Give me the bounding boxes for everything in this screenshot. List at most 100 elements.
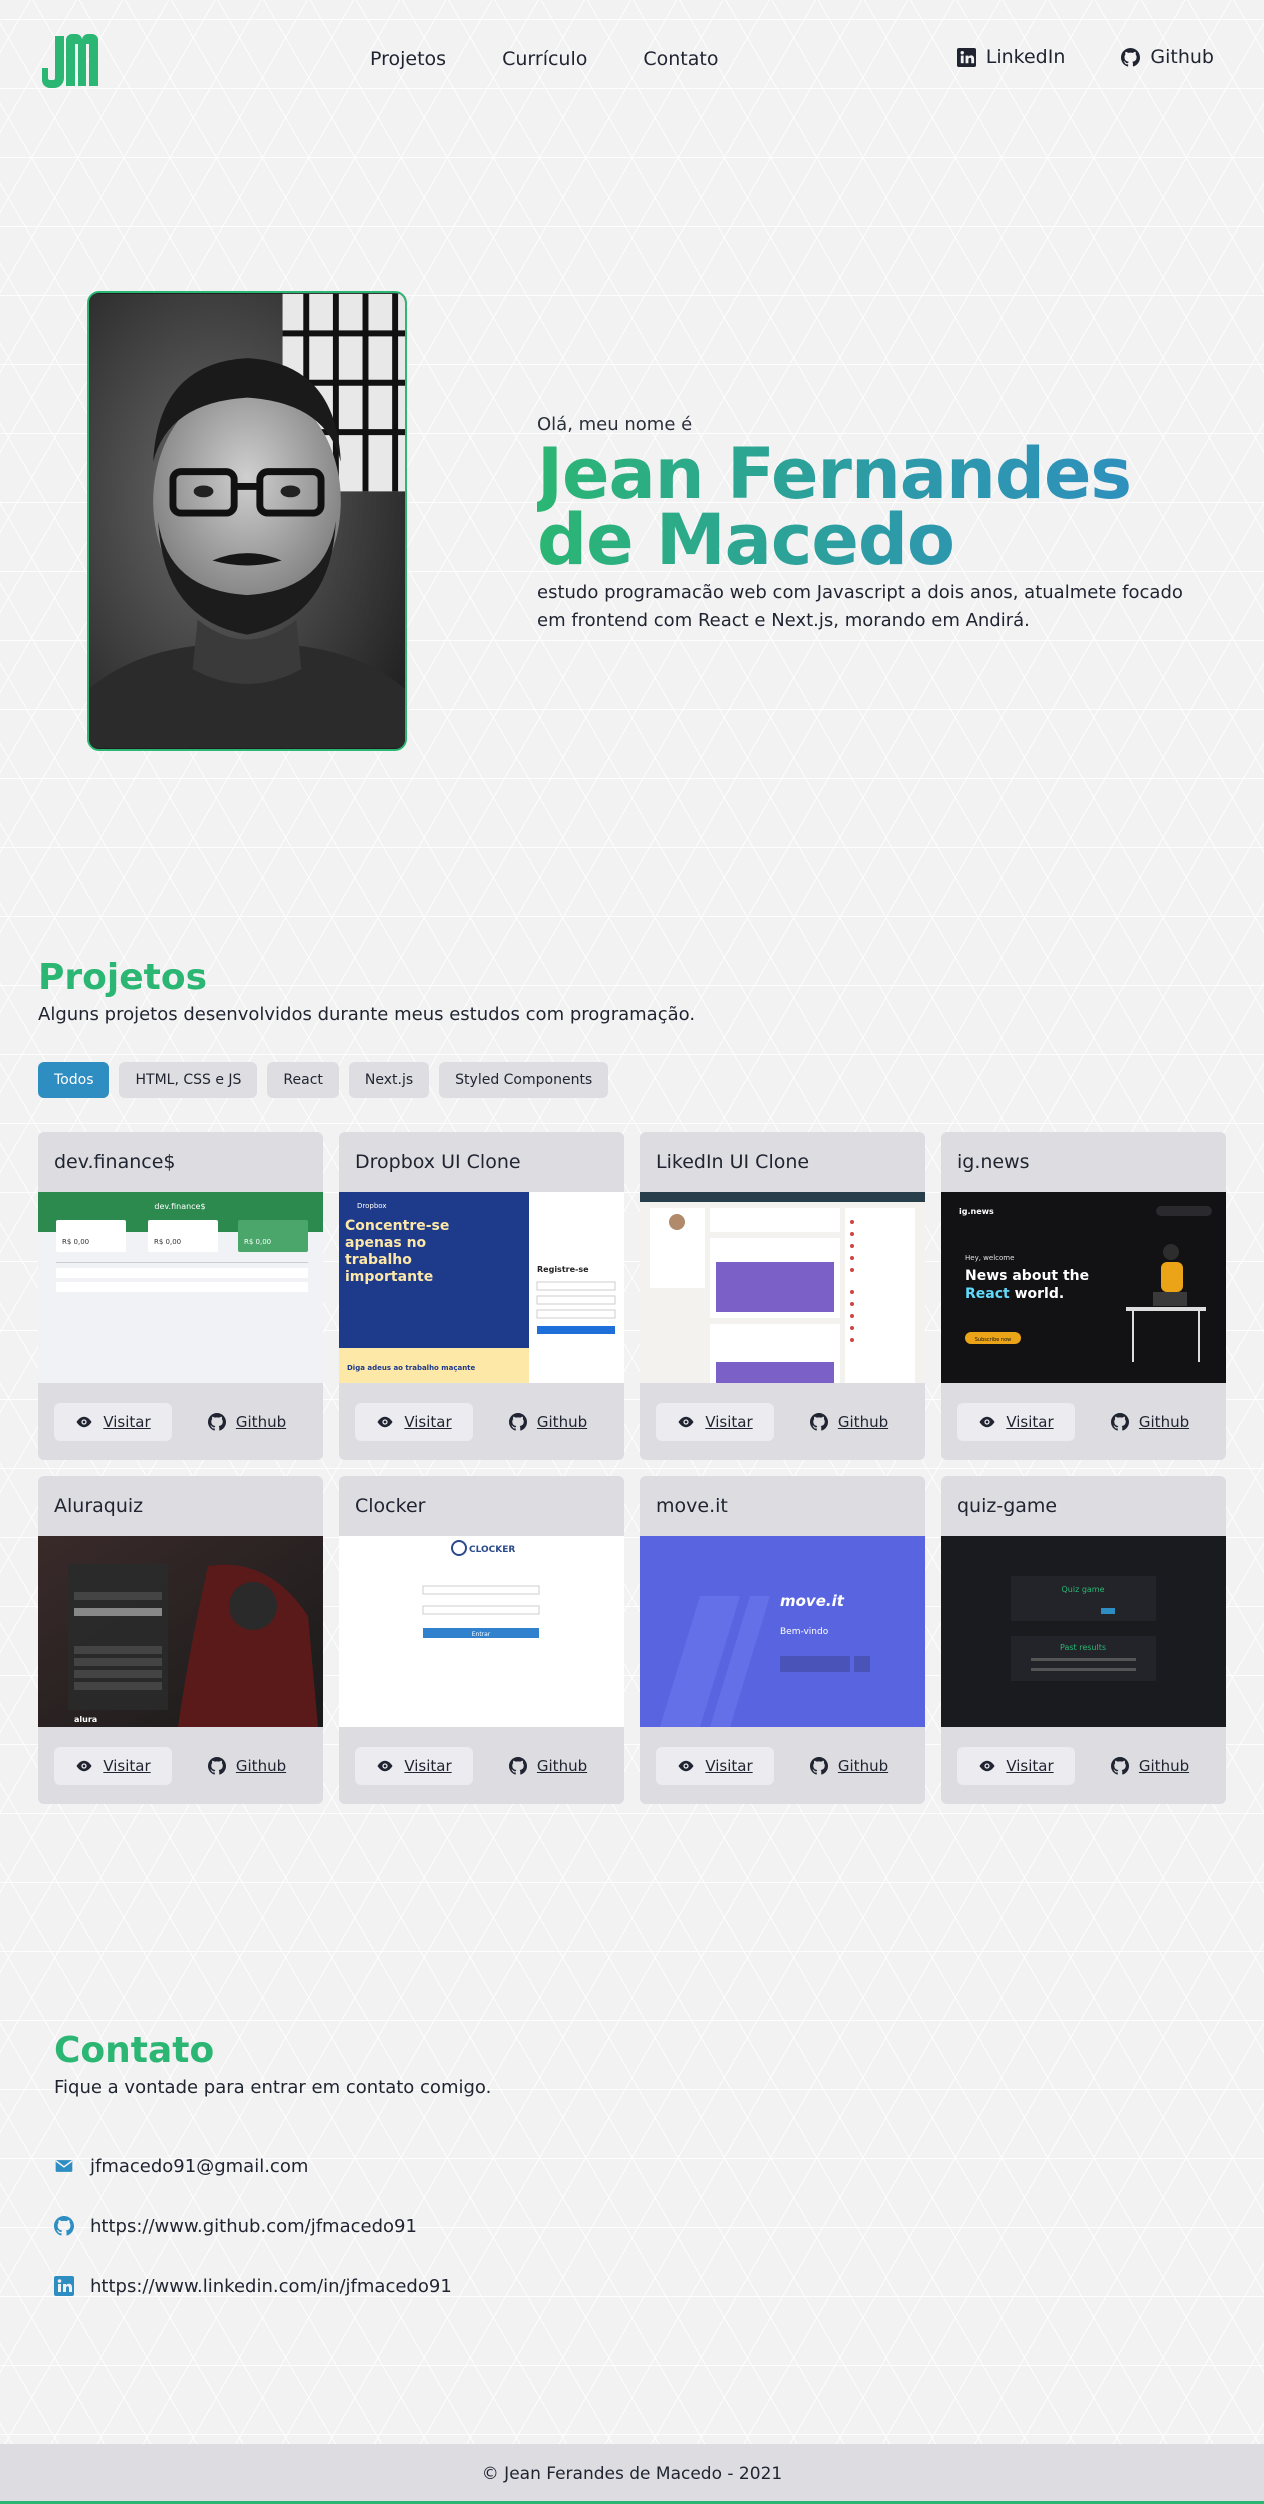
- visit-button[interactable]: Visitar: [54, 1746, 172, 1785]
- dropbox-thumb-brand: Dropbox: [357, 1202, 387, 1210]
- visit-label: Visitar: [404, 1412, 452, 1431]
- contact-subtitle: Fique a vontade para entrar em contato c…: [54, 2077, 492, 2098]
- ignews-thumb-hey: Hey, welcome: [965, 1254, 1014, 1262]
- project-card: quiz-game Quiz game Past results Visitar…: [941, 1476, 1226, 1804]
- project-card: ig.news ig.news Hey, welcome News about …: [941, 1132, 1226, 1460]
- header-linkedin-link[interactable]: LinkedIn: [956, 46, 1065, 68]
- github-button[interactable]: Github: [790, 1747, 908, 1785]
- visit-label: Visitar: [1006, 1412, 1054, 1431]
- filter-styled-components[interactable]: Styled Components: [439, 1062, 609, 1098]
- hero-name-line2: de Macedo: [537, 499, 955, 581]
- project-card-title: ig.news: [957, 1151, 1030, 1173]
- github-label: Github: [837, 1756, 889, 1775]
- github-icon: [508, 1756, 527, 1775]
- contact-item-github[interactable]: https://www.github.com/jfmacedo91: [54, 2196, 452, 2256]
- filter-nextjs[interactable]: Next.js: [348, 1062, 430, 1098]
- finance-thumb-value-3: R$ 0,00: [244, 1238, 271, 1246]
- visit-button[interactable]: Visitar: [957, 1402, 1075, 1441]
- visit-button[interactable]: Visitar: [355, 1746, 473, 1785]
- project-card: move.it move.it Bem-vindo Visitar Github: [640, 1476, 925, 1804]
- visit-label: Visitar: [103, 1756, 151, 1775]
- visit-label: Visitar: [1006, 1756, 1054, 1775]
- project-card-actions: Visitar Github: [38, 1727, 323, 1804]
- projects-title: Projetos: [38, 957, 207, 998]
- main-nav: Projetos Currículo Contato: [370, 48, 718, 70]
- project-card: Aluraquiz alura Visitar Github: [38, 1476, 323, 1804]
- filter-react[interactable]: React: [267, 1062, 339, 1098]
- github-button[interactable]: Github: [489, 1403, 607, 1441]
- finance-thumb-value-2: R$ 0,00: [154, 1238, 181, 1246]
- nav-projetos[interactable]: Projetos: [370, 48, 446, 70]
- github-button[interactable]: Github: [188, 1747, 306, 1785]
- github-icon: [54, 2216, 74, 2236]
- ignews-thumb-headline: News about the: [965, 1268, 1089, 1284]
- project-thumbnail-aluraquiz[interactable]: alura: [38, 1536, 323, 1727]
- github-label: Github: [536, 1412, 588, 1431]
- contact-title: Contato: [54, 2030, 215, 2071]
- visit-label: Visitar: [103, 1412, 151, 1431]
- project-card-actions: Visitar Github: [941, 1383, 1226, 1460]
- linkedin-icon: [54, 2276, 74, 2296]
- visit-button[interactable]: Visitar: [656, 1402, 774, 1441]
- eye-icon: [979, 1760, 995, 1771]
- contact-email-text: jfmacedo91@gmail.com: [90, 2155, 309, 2177]
- project-thumbnail-linkedin[interactable]: [640, 1192, 925, 1383]
- eye-icon: [979, 1416, 995, 1427]
- site-footer: © Jean Ferandes de Macedo - 2021: [0, 2444, 1264, 2504]
- profile-portrait-image: [89, 293, 405, 749]
- moveit-thumb-welcome: Bem-vindo: [780, 1627, 829, 1637]
- project-thumbnail-clocker[interactable]: CLOCKER Entrar: [339, 1536, 624, 1727]
- moveit-thumb-brand: move.it: [780, 1592, 845, 1610]
- project-thumbnail-ignews[interactable]: ig.news Hey, welcome News about the Reac…: [941, 1192, 1226, 1383]
- github-label: Github: [536, 1756, 588, 1775]
- hero-greeting: Olá, meu nome é: [537, 414, 693, 435]
- site-header: Projetos Currículo Contato LinkedIn Gith…: [0, 0, 1264, 120]
- filter-todos[interactable]: Todos: [38, 1062, 110, 1098]
- header-github-link[interactable]: Github: [1121, 46, 1214, 68]
- project-card-title: Aluraquiz: [54, 1495, 144, 1517]
- dropbox-thumb-footer: Diga adeus ao trabalho maçante: [347, 1364, 476, 1372]
- project-thumbnail-dropbox[interactable]: Dropbox Concentre-se apenas no trabalho …: [339, 1192, 624, 1383]
- eye-icon: [377, 1416, 393, 1427]
- github-button[interactable]: Github: [188, 1403, 306, 1441]
- linkedin-icon: [956, 47, 976, 67]
- project-card: Clocker CLOCKER Entrar Visitar Github: [339, 1476, 624, 1804]
- project-card-actions: Visitar Github: [38, 1383, 323, 1460]
- nav-contato[interactable]: Contato: [643, 48, 718, 70]
- github-icon: [1121, 47, 1141, 67]
- filter-html-css-js[interactable]: HTML, CSS e JS: [119, 1062, 258, 1098]
- dropbox-thumb-hero: Concentre-se apenas no trabalho importan…: [345, 1218, 450, 1285]
- finance-thumb-header: dev.finance$: [154, 1202, 205, 1211]
- ignews-thumb-rest: world.: [1015, 1286, 1065, 1302]
- project-thumbnail-devfinance[interactable]: dev.finance$ R$ 0,00 R$ 0,00 R$ 0,00: [38, 1192, 323, 1383]
- project-card-title: dev.finance$: [54, 1151, 176, 1173]
- visit-button[interactable]: Visitar: [656, 1746, 774, 1785]
- project-card-actions: Visitar Github: [339, 1383, 624, 1460]
- github-button[interactable]: Github: [790, 1403, 908, 1441]
- jm-logo-icon[interactable]: [38, 30, 106, 90]
- visit-button[interactable]: Visitar: [355, 1402, 473, 1441]
- contact-item-email[interactable]: jfmacedo91@gmail.com: [54, 2136, 452, 2196]
- github-label: Github: [837, 1412, 889, 1431]
- contact-github-text: https://www.github.com/jfmacedo91: [90, 2215, 417, 2237]
- contact-item-linkedin[interactable]: https://www.linkedin.com/in/jfmacedo91: [54, 2256, 452, 2316]
- project-card-actions: Visitar Github: [640, 1383, 925, 1460]
- aluraquiz-thumb-brand: alura: [74, 1715, 97, 1724]
- project-filters: Todos HTML, CSS e JS React Next.js Style…: [38, 1062, 609, 1098]
- nav-curriculo[interactable]: Currículo: [502, 48, 587, 70]
- visit-button[interactable]: Visitar: [54, 1402, 172, 1441]
- github-button[interactable]: Github: [489, 1747, 607, 1785]
- finance-thumb-value-1: R$ 0,00: [62, 1238, 89, 1246]
- project-thumbnail-moveit[interactable]: move.it Bem-vindo: [640, 1536, 925, 1727]
- github-button[interactable]: Github: [1091, 1747, 1209, 1785]
- project-thumbnail-quizgame[interactable]: Quiz game Past results: [941, 1536, 1226, 1727]
- github-label: Github: [235, 1756, 287, 1775]
- ignews-thumb-cta: Subscribe now: [975, 1337, 1011, 1343]
- project-card-title: quiz-game: [957, 1495, 1058, 1517]
- github-icon: [809, 1756, 828, 1775]
- header-github-label: Github: [1150, 46, 1214, 68]
- visit-button[interactable]: Visitar: [957, 1746, 1075, 1785]
- hero-name: Jean Fernandes de Macedo: [537, 441, 1187, 573]
- github-button[interactable]: Github: [1091, 1403, 1209, 1441]
- clocker-thumb-brand: CLOCKER: [469, 1545, 515, 1555]
